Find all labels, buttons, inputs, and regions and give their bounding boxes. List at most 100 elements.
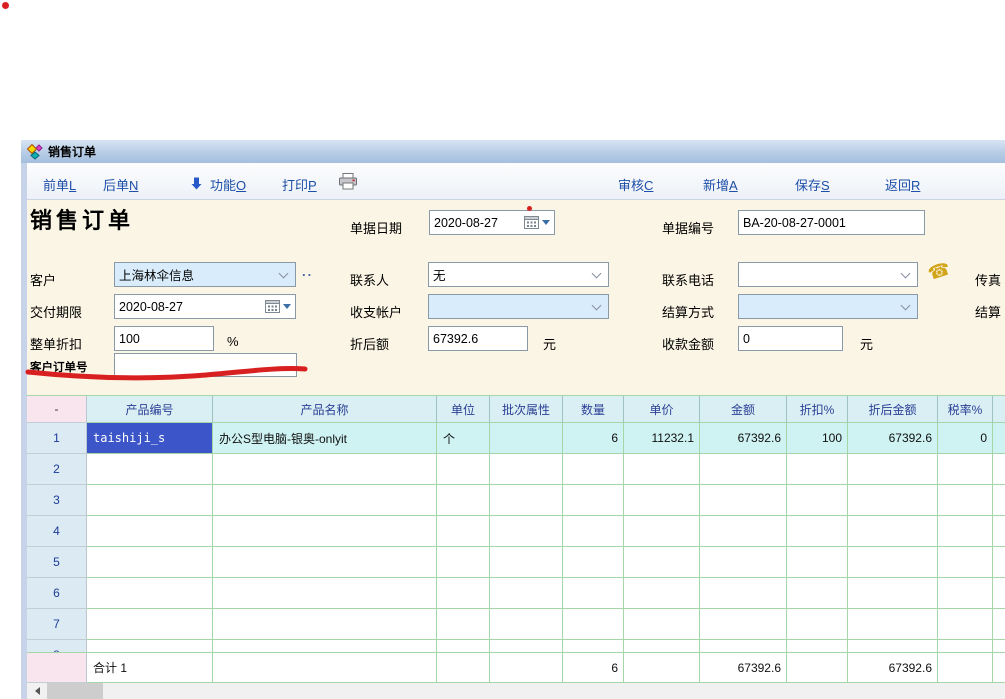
grid-cell-r7-price[interactable] <box>624 609 700 640</box>
grid-cell-r4-price[interactable] <box>624 516 700 547</box>
grid-cell-r4-extra[interactable] <box>993 516 1005 547</box>
grid-header-amount[interactable]: 金额 <box>700 396 787 423</box>
horizontal-scrollbar[interactable] <box>27 683 1005 699</box>
grid-cell-r7-name[interactable] <box>213 609 437 640</box>
grid-cell-r2-amount[interactable] <box>700 454 787 485</box>
grid-cell-r3-tax[interactable] <box>938 485 993 516</box>
grid-cell-r3-discount[interactable] <box>787 485 848 516</box>
grid-cell-r7-discounted[interactable] <box>848 609 938 640</box>
grid-cell-r6-tax[interactable] <box>938 578 993 609</box>
grid-cell-r8-unit[interactable] <box>437 640 490 652</box>
grid-cell-r1-extra[interactable] <box>993 423 1005 454</box>
grid-cell-r1-qty[interactable]: 6 <box>563 423 624 454</box>
grid-cell-r7-discount[interactable] <box>787 609 848 640</box>
grid-header-no[interactable]: - <box>27 396 87 423</box>
grid-cell-r3-extra[interactable] <box>993 485 1005 516</box>
grid-cell-r2-no[interactable]: 2 <box>27 454 87 485</box>
grid-cell-r6-unit[interactable] <box>437 578 490 609</box>
grid-cell-r2-tax[interactable] <box>938 454 993 485</box>
grid-cell-r7-extra[interactable] <box>993 609 1005 640</box>
grid-cell-r7-code[interactable] <box>87 609 213 640</box>
grid-cell-r1-amount[interactable]: 67392.6 <box>700 423 787 454</box>
grid-cell-r7-amount[interactable] <box>700 609 787 640</box>
grid-cell-r5-discounted[interactable] <box>848 547 938 578</box>
grid-cell-r8-discounted[interactable] <box>848 640 938 652</box>
grid-cell-r3-name[interactable] <box>213 485 437 516</box>
menu-return[interactable]: 返回R <box>885 175 920 194</box>
grid-cell-r8-discount[interactable] <box>787 640 848 652</box>
grid-cell-r3-code[interactable] <box>87 485 213 516</box>
grid-cell-r5-name[interactable] <box>213 547 437 578</box>
menu-new[interactable]: 新增A <box>703 175 738 194</box>
grid-cell-r1-unit[interactable]: 个 <box>437 423 490 454</box>
grid-cell-r3-price[interactable] <box>624 485 700 516</box>
grid-cell-r8-code[interactable] <box>87 640 213 652</box>
menu-next-order[interactable]: 后单N <box>103 175 138 194</box>
grid-cell-r4-batch[interactable] <box>490 516 563 547</box>
grid-cell-r8-price[interactable] <box>624 640 700 652</box>
grid-cell-r1-discount[interactable]: 100 <box>787 423 848 454</box>
grid-cell-r5-discount[interactable] <box>787 547 848 578</box>
grid-cell-r6-qty[interactable] <box>563 578 624 609</box>
grid-cell-r5-qty[interactable] <box>563 547 624 578</box>
discounted-amount-input[interactable] <box>428 326 528 351</box>
grid-header-discount[interactable]: 折扣% <box>787 396 848 423</box>
grid-cell-r1-tax[interactable]: 0 <box>938 423 993 454</box>
grid-header-unit[interactable]: 单位 <box>437 396 490 423</box>
grid-cell-r1-discounted[interactable]: 67392.6 <box>848 423 938 454</box>
grid-cell-r2-discounted[interactable] <box>848 454 938 485</box>
grid-cell-r2-extra[interactable] <box>993 454 1005 485</box>
grid-header-tax[interactable]: 税率% <box>938 396 993 423</box>
grid-cell-r4-no[interactable]: 4 <box>27 516 87 547</box>
scroll-left-button[interactable] <box>27 683 47 699</box>
grid-cell-r2-unit[interactable] <box>437 454 490 485</box>
grid-cell-r4-discounted[interactable] <box>848 516 938 547</box>
grid-cell-r8-no[interactable]: 8 <box>27 640 87 652</box>
grid-cell-r6-batch[interactable] <box>490 578 563 609</box>
grid-cell-r8-tax[interactable] <box>938 640 993 652</box>
grid-header-code[interactable]: 产品编号 <box>87 396 213 423</box>
received-amount-input[interactable] <box>738 326 843 351</box>
grid-cell-r2-code[interactable] <box>87 454 213 485</box>
grid-cell-r2-price[interactable] <box>624 454 700 485</box>
grid-header-price[interactable]: 单价 <box>624 396 700 423</box>
grid-cell-r8-batch[interactable] <box>490 640 563 652</box>
grid-cell-r6-extra[interactable] <box>993 578 1005 609</box>
menu-prev-order[interactable]: 前单L <box>43 175 76 194</box>
grid-cell-r1-batch[interactable] <box>490 423 563 454</box>
grid-header-discounted[interactable]: 折后金额 <box>848 396 938 423</box>
grid-cell-r5-tax[interactable] <box>938 547 993 578</box>
grid-cell-r4-tax[interactable] <box>938 516 993 547</box>
printer-icon[interactable] <box>338 173 358 190</box>
doc-date-picker[interactable]: 2020-08-27 <box>429 210 555 235</box>
grid-cell-r8-extra[interactable] <box>993 640 1005 652</box>
grid-cell-r2-name[interactable] <box>213 454 437 485</box>
grid-cell-r5-no[interactable]: 5 <box>27 547 87 578</box>
grid-cell-r3-qty[interactable] <box>563 485 624 516</box>
contact-select[interactable]: 无 <box>428 262 609 287</box>
grid-cell-r4-code[interactable] <box>87 516 213 547</box>
menu-save[interactable]: 保存S <box>795 175 830 194</box>
menu-functions[interactable]: 功能O <box>210 175 246 194</box>
grid-cell-r3-batch[interactable] <box>490 485 563 516</box>
grid-cell-r8-qty[interactable] <box>563 640 624 652</box>
settlement-select[interactable] <box>738 294 918 319</box>
menu-print[interactable]: 打印P <box>282 175 317 194</box>
grid-cell-r3-amount[interactable] <box>700 485 787 516</box>
grid-header-batch[interactable]: 批次属性 <box>490 396 563 423</box>
grid-cell-r5-price[interactable] <box>624 547 700 578</box>
grid-cell-r2-discount[interactable] <box>787 454 848 485</box>
grid-cell-r7-qty[interactable] <box>563 609 624 640</box>
grid-cell-r7-no[interactable]: 7 <box>27 609 87 640</box>
grid-cell-r6-discount[interactable] <box>787 578 848 609</box>
grid-cell-r7-batch[interactable] <box>490 609 563 640</box>
scrollbar-thumb[interactable] <box>47 683 103 699</box>
grid-cell-r1-name[interactable]: 办公S型电脑-银奥-onlyit <box>213 423 437 454</box>
grid-cell-r6-price[interactable] <box>624 578 700 609</box>
grid-header-qty[interactable]: 数量 <box>563 396 624 423</box>
grid-cell-r5-code[interactable] <box>87 547 213 578</box>
grid-cell-r6-no[interactable]: 6 <box>27 578 87 609</box>
phone-select[interactable] <box>738 262 918 287</box>
grid-cell-r4-qty[interactable] <box>563 516 624 547</box>
discount-input[interactable] <box>114 326 214 351</box>
